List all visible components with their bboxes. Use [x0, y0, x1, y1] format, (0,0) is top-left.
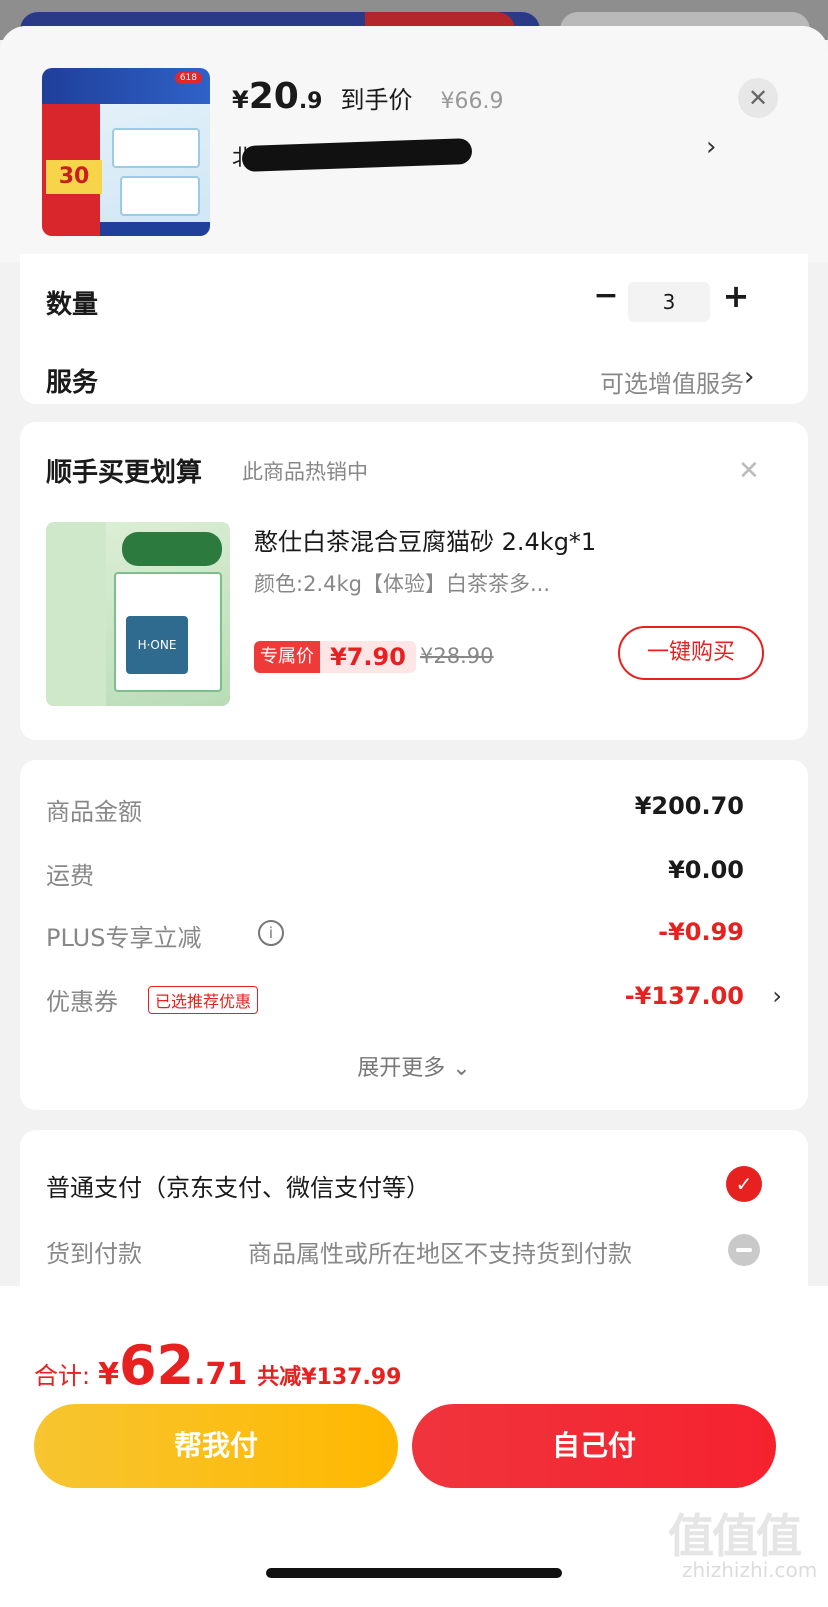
- total-saved: 共减¥137.99: [257, 1365, 402, 1390]
- summary-row-shipping: 运费 ¥0.00: [46, 856, 782, 896]
- price-row: ¥ 20 .9 到手价 ¥66.9: [232, 76, 503, 117]
- summary-value: -¥137.00: [624, 982, 744, 1010]
- watermark-site: zhizhizhi.com: [682, 1558, 818, 1582]
- payment-option-cod-note: 商品属性或所在地区不支持货到付款: [248, 1240, 632, 1268]
- quantity-label: 数量: [46, 290, 99, 320]
- image-side-panel: [46, 522, 106, 706]
- pay-myself-button[interactable]: 自己付: [412, 1404, 776, 1488]
- thumb-tissue-box: [112, 128, 200, 168]
- summary-row-coupon[interactable]: 优惠券 已选推荐优惠 -¥137.00 ›: [46, 982, 782, 1022]
- one-click-buy-button[interactable]: 一键购买: [618, 626, 764, 680]
- total-decimal: .71: [194, 1357, 248, 1392]
- home-indicator[interactable]: [266, 1568, 562, 1578]
- recommend-subtitle: 此商品热销中: [242, 460, 368, 484]
- close-button[interactable]: ✕: [738, 78, 778, 118]
- total-currency: ¥: [98, 1357, 119, 1392]
- info-icon[interactable]: i: [258, 920, 284, 946]
- summary-value: ¥200.70: [634, 792, 744, 820]
- recommend-title: 顺手买更划算: [46, 458, 203, 488]
- image-brand: H·ONE: [126, 616, 188, 674]
- recommend-original-price: ¥28.90: [420, 644, 494, 668]
- exclusive-price-label: 专属价: [254, 641, 320, 673]
- quantity-service-card: 数量 − 3 + 服务 可选增值服务 ›: [20, 254, 808, 404]
- price-integer: 20: [248, 76, 299, 117]
- price-currency: ¥: [232, 86, 249, 114]
- summary-value: -¥0.99: [658, 918, 744, 946]
- recommend-product-name[interactable]: 憨仕白茶混合豆腐猫砂 2.4kg*1: [254, 522, 596, 557]
- close-icon: ✕: [747, 84, 769, 112]
- total-integer: 62: [118, 1334, 195, 1397]
- thumb-footer: [100, 222, 210, 236]
- service-label: 服务: [46, 368, 99, 398]
- service-value[interactable]: 可选增值服务: [600, 364, 744, 399]
- total-label: 合计:: [34, 1362, 91, 1390]
- quantity-input[interactable]: 3: [628, 282, 710, 322]
- summary-row-plus-discount: PLUS专享立减 i -¥0.99: [46, 918, 782, 958]
- expand-more-link[interactable]: 展开更多 ⌄: [20, 1050, 808, 1082]
- image-headline: [122, 532, 222, 566]
- chevron-right-icon[interactable]: ›: [772, 982, 782, 1010]
- quantity-decrease-button[interactable]: −: [586, 276, 626, 316]
- price-label: 到手价: [340, 86, 413, 114]
- thumb-price: 30: [46, 160, 102, 194]
- coupon-tag: 已选推荐优惠: [148, 986, 259, 1014]
- product-thumbnail[interactable]: 618 30: [42, 68, 210, 236]
- summary-label: 商品金额: [46, 798, 142, 826]
- original-price: ¥66.9: [440, 89, 504, 114]
- disabled-icon: [728, 1234, 760, 1266]
- summary-row-goods-amount: 商品金额 ¥200.70: [46, 792, 782, 832]
- exclusive-price-value: ¥7.90: [320, 641, 416, 673]
- recommend-product-image[interactable]: H·ONE: [46, 522, 230, 706]
- thumb-tissue-box: [120, 176, 200, 216]
- recommend-product-spec: 颜色:2.4kg【体验】白茶茶多...: [254, 572, 550, 596]
- check-icon[interactable]: ✓: [726, 1166, 762, 1202]
- product-header: 618 30 ¥ 20 .9 到手价 ¥66.9 ✕ 北 ›: [0, 26, 828, 262]
- checkout-sheet: 618 30 ¥ 20 .9 到手价 ¥66.9 ✕ 北 › 数量 − 3 + …: [0, 26, 828, 1607]
- payment-option-normal[interactable]: 普通支付（京东支付、微信支付等）: [46, 1168, 430, 1203]
- payment-option-cod: 货到付款: [46, 1240, 142, 1268]
- thumb-618-tag: 618: [174, 72, 202, 84]
- help-me-pay-button[interactable]: 帮我付: [34, 1404, 398, 1488]
- address-redaction: [241, 137, 473, 173]
- chevron-right-icon[interactable]: ›: [744, 362, 754, 392]
- chevron-right-icon[interactable]: ›: [706, 132, 716, 162]
- summary-label: PLUS专享立减: [46, 924, 202, 952]
- recommend-card: 顺手买更划算 此商品热销中 ✕ H·ONE 憨仕白茶混合豆腐猫砂 2.4kg*1…: [20, 422, 808, 740]
- address-selector[interactable]: 北: [232, 136, 473, 173]
- total-amount: 合计: ¥ 62 .71 共减¥137.99: [34, 1334, 402, 1397]
- exclusive-price-badge: 专属价 ¥7.90: [254, 640, 416, 674]
- summary-label: 运费: [46, 862, 94, 890]
- price-decimal: .9: [298, 89, 323, 114]
- summary-value: ¥0.00: [668, 856, 744, 884]
- order-summary-card: 商品金额 ¥200.70 运费 ¥0.00 PLUS专享立减 i -¥0.99 …: [20, 760, 808, 1110]
- quantity-increase-button[interactable]: +: [716, 276, 756, 316]
- close-icon[interactable]: ✕: [738, 456, 760, 486]
- watermark-logo: 值值值: [668, 1509, 802, 1563]
- summary-label: 优惠券: [46, 988, 118, 1016]
